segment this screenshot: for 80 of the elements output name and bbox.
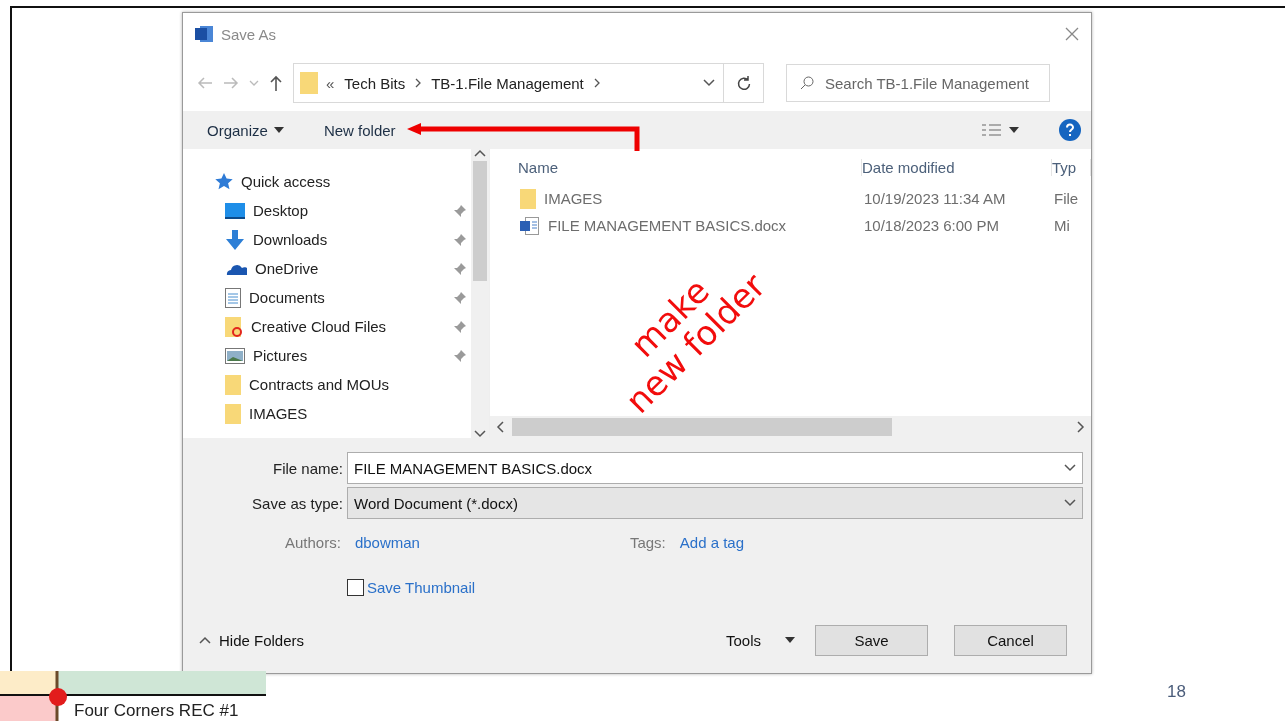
document-icon bbox=[225, 287, 241, 308]
date-cell-text: 10/18/2023 6:00 PM bbox=[864, 217, 1001, 234]
overflow-chevron[interactable]: « bbox=[326, 74, 335, 92]
window-title: Save As bbox=[221, 25, 278, 43]
chevron-down-icon bbox=[703, 79, 715, 87]
nav-pane-item[interactable]: Quick access bbox=[215, 167, 471, 196]
chevron-down-icon bbox=[1064, 464, 1076, 472]
nav-pane-item[interactable]: Downloads bbox=[215, 225, 471, 254]
nav-pane-item[interactable]: Creative Cloud Files bbox=[215, 312, 471, 341]
search-field[interactable]: Search TB-1.File Management bbox=[786, 64, 1050, 102]
checkbox-label[interactable]: Save Thumbnail bbox=[367, 579, 476, 596]
chevron-right-icon bbox=[1077, 421, 1085, 433]
file-name-cell: IMAGES bbox=[520, 188, 864, 209]
hide-folders-button[interactable]: Hide Folders bbox=[199, 631, 305, 649]
download-arrow-icon bbox=[225, 229, 245, 250]
type-cell-text: Mi bbox=[1054, 217, 1071, 234]
word-app-icon bbox=[195, 25, 213, 43]
view-options-button[interactable] bbox=[981, 123, 1019, 137]
field-label: Authors: bbox=[285, 534, 341, 551]
chevron-down-icon bbox=[1064, 499, 1076, 507]
refresh-icon bbox=[736, 75, 751, 91]
chevron-down-icon bbox=[474, 430, 486, 438]
organize-button[interactable]: Organize bbox=[207, 121, 284, 139]
search-icon bbox=[800, 76, 814, 90]
monitor-icon bbox=[225, 202, 245, 219]
breadcrumb[interactable]: TB-1.File Management bbox=[429, 74, 586, 92]
caret-icon bbox=[1009, 127, 1019, 133]
column-header[interactable]: Typ bbox=[1052, 158, 1091, 176]
new-folder-button[interactable]: New folder bbox=[323, 121, 396, 139]
back-button[interactable] bbox=[197, 76, 213, 90]
field-label: Save as type: bbox=[251, 494, 344, 512]
save-button[interactable]: Save bbox=[815, 624, 928, 656]
folder-icon bbox=[520, 188, 536, 209]
column-header[interactable]: Name bbox=[518, 158, 862, 176]
folder-icon bbox=[300, 72, 318, 94]
tags-link[interactable]: Add a tag bbox=[679, 534, 744, 551]
date-cell-text: 10/19/2023 11:34 AM bbox=[864, 190, 1007, 207]
cancel-button[interactable]: Cancel bbox=[954, 624, 1067, 656]
authors-link[interactable]: dbowman bbox=[354, 534, 420, 551]
page-number: 18 bbox=[1167, 682, 1186, 702]
column-header[interactable]: Date modified bbox=[862, 158, 1052, 176]
folder-icon bbox=[225, 403, 241, 424]
field-label: File name: bbox=[271, 459, 344, 477]
caret-icon bbox=[273, 127, 284, 133]
nav-pane-item[interactable]: Contracts and MOUs bbox=[215, 370, 471, 399]
chevron-up-icon bbox=[199, 636, 211, 644]
cloud-icon bbox=[225, 262, 247, 275]
recent-locations-button[interactable] bbox=[249, 80, 259, 86]
close-icon[interactable] bbox=[1065, 27, 1079, 41]
save-type-dropdown[interactable]: Word Document (*.docx) bbox=[347, 487, 1083, 519]
star-icon bbox=[215, 173, 233, 190]
chevron-right-icon bbox=[593, 78, 600, 88]
up-button[interactable] bbox=[269, 75, 283, 91]
chevron-left-icon bbox=[496, 421, 504, 433]
field-label: Tags: bbox=[629, 534, 666, 551]
folder-icon bbox=[225, 374, 241, 395]
nav-pane-item[interactable]: Pictures bbox=[215, 341, 471, 370]
nav-pane-item[interactable]: OneDrive bbox=[215, 254, 471, 283]
caret-icon bbox=[785, 637, 795, 643]
file-name-field[interactable]: FILE MANAGEMENT BASICS.docx bbox=[347, 452, 1083, 484]
address-bar[interactable]: « Tech Bits TB-1.File Management bbox=[293, 63, 764, 103]
nav-pane-item[interactable]: Desktop bbox=[215, 196, 471, 225]
chevron-up-icon bbox=[474, 149, 486, 157]
breadcrumb[interactable]: Tech Bits bbox=[342, 74, 408, 92]
chevron-right-icon bbox=[415, 78, 422, 88]
folder-icon bbox=[225, 316, 243, 337]
file-row[interactable]: FILE MANAGEMENT BASICS.docx 10/18/2023 6:00 PM Mi bbox=[490, 212, 1091, 239]
file-row[interactable]: IMAGES 10/19/2023 11:34 AM File bbox=[490, 185, 1091, 212]
footer-text: Four Corners REC #1 bbox=[74, 701, 239, 721]
nav-pane-item[interactable]: IMAGES bbox=[215, 399, 471, 428]
tools-button[interactable]: Tools bbox=[725, 631, 795, 649]
nav-pane-item[interactable]: Documents bbox=[215, 283, 471, 312]
picture-icon bbox=[225, 347, 245, 364]
forward-button[interactable] bbox=[223, 76, 239, 90]
type-cell-text: File bbox=[1054, 190, 1080, 207]
file-name-cell: FILE MANAGEMENT BASICS.docx bbox=[520, 216, 864, 235]
document-icon bbox=[520, 216, 540, 235]
horizontal-scrollbar[interactable] bbox=[490, 416, 1091, 438]
checkbox[interactable] bbox=[347, 579, 364, 596]
help-icon[interactable] bbox=[1059, 119, 1081, 141]
